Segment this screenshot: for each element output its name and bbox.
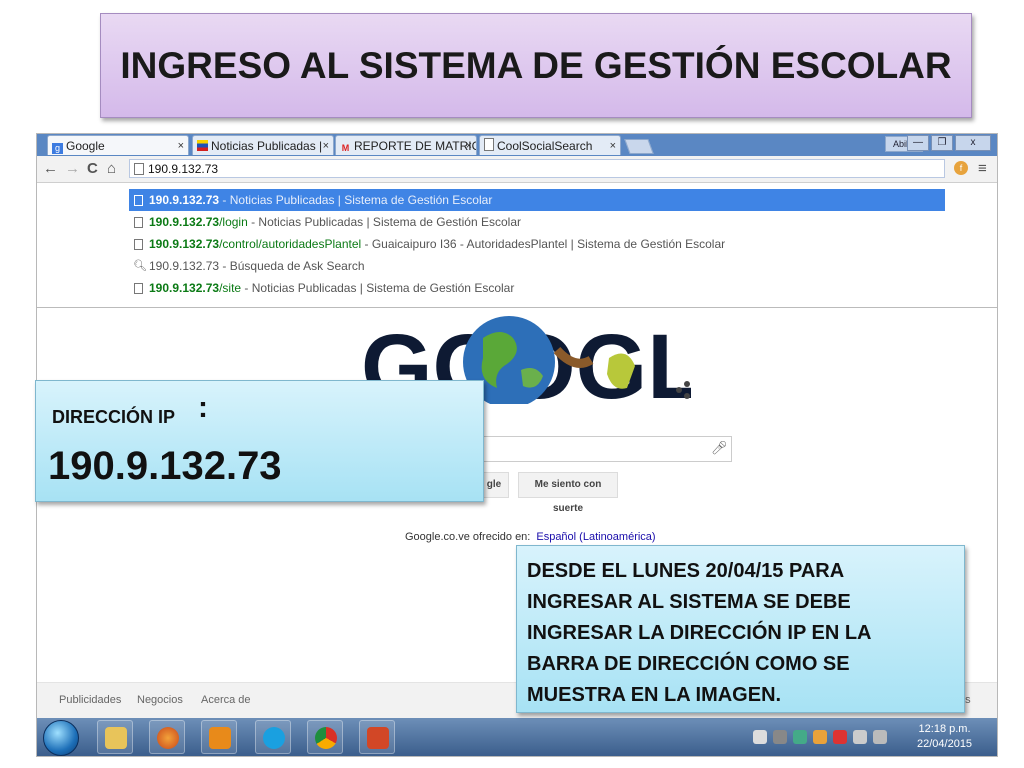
language-link[interactable]: Español (Latinoamérica) [536,531,655,543]
search-icon: 🔍︎ [133,260,147,272]
volume-icon[interactable] [873,730,887,744]
firefox-icon [157,727,179,749]
footer-link-business[interactable]: Negocios [137,694,183,706]
instruction-text: DESDE EL LUNES 20/04/15 PARA INGRESAR AL… [527,560,872,706]
suggestion-title: - Noticias Publicadas | Sistema de Gesti… [219,193,493,207]
venezuela-flag-icon [197,140,208,151]
page-icon [134,163,144,175]
reload-icon[interactable]: C [87,160,98,177]
tab-coolsocialsearch[interactable]: CoolSocialSearch × [479,135,621,155]
slide-title-box: INGRESO AL SISTEMA DE GESTIÓN ESCOLAR [100,13,972,118]
ip-callout: DIRECCIÓN IP : 190.9.132.73 [35,380,484,502]
suggestion-path: /site [219,281,242,295]
tab-label: Google [66,139,105,153]
chrome-taskbar-button[interactable] [307,720,343,754]
suggestion-host: 190.9.132.73 [149,281,220,295]
skype-icon [263,727,285,749]
gmail-icon: M [341,143,350,153]
suggestion-item[interactable]: 🔍︎ 190.9.132.73 - Búsqueda de Ask Search [129,255,945,277]
firefox-taskbar-button[interactable] [149,720,185,754]
suggestion-path: /login [219,215,248,229]
suggestion-title: 190.9.132.73 - Búsqueda de Ask Search [149,259,365,273]
restore-button[interactable]: ❐ [931,135,953,151]
explorer-taskbar-button[interactable] [97,720,133,754]
tab-reporte[interactable]: M REPORTE DE MATRIC × [335,135,477,155]
extension-icon[interactable]: f [954,161,968,175]
system-tray [753,730,887,744]
clock-time: 12:18 p.m. [918,723,971,735]
page-icon [484,138,494,151]
menu-icon[interactable]: ≡ [978,160,987,177]
media-taskbar-button[interactable] [201,720,237,754]
page-icon [134,195,143,206]
google-search-input[interactable] [477,436,732,462]
back-arrow-icon[interactable]: ← [43,160,58,177]
language-offer: Google.co.ve ofrecido en: Español (Latino… [405,531,656,543]
instruction-callout: DESDE EL LUNES 20/04/15 PARA INGRESAR AL… [516,545,965,713]
footer-link-about[interactable]: Acerca de [201,694,251,706]
media-player-icon [209,727,231,749]
tab-close-icon[interactable]: × [610,136,616,155]
suggestion-host: 190.9.132.73 [149,193,220,207]
powerpoint-taskbar-button[interactable] [359,720,395,754]
suggestion-title: - Noticias Publicadas | Sistema de Gesti… [247,215,521,229]
tab-label: CoolSocialSearch [497,139,593,153]
suggestion-title: - Noticias Publicadas | Sistema de Gesti… [241,281,515,295]
browser-toolbar: ← → C ⌂ 190.9.132.73 f ≡ [37,156,997,183]
microphone-icon[interactable]: 🎤︎ [711,440,728,456]
page-icon [134,217,143,228]
suggestion-path: /control/autoridadesPlantel [219,237,362,251]
address-text: 190.9.132.73 [148,162,219,176]
antivirus-icon[interactable] [833,730,847,744]
tab-close-icon[interactable]: × [323,136,329,155]
window-controls: — ❐ x [907,135,991,151]
powerpoint-icon [367,727,389,749]
lucky-button[interactable]: Me siento con suerte [518,472,618,514]
forward-arrow-icon[interactable]: → [65,160,80,177]
chrome-icon [315,727,337,749]
tab-close-icon[interactable]: × [466,136,472,155]
tab-label: REPORTE DE MATRIC [354,139,477,153]
tab-strip: g Google × Noticias Publicadas | × M REPOR… [37,134,997,156]
minimize-button[interactable]: — [907,135,929,151]
offered-in-text: Google.co.ve ofrecido en: [405,531,531,543]
start-button[interactable] [43,720,79,756]
tray-icon[interactable] [813,730,827,744]
tray-icon[interactable] [793,730,807,744]
tab-close-icon[interactable]: × [178,136,184,155]
tray-icon[interactable] [753,730,767,744]
skype-taskbar-button[interactable] [255,720,291,754]
suggestion-host: 190.9.132.73 [149,215,220,229]
clock-date: 22/04/2015 [917,738,973,750]
windows-taskbar: 12:18 p.m. 22/04/2015 [37,718,997,756]
suggestion-title: - Guaicaipuro I36 - AutoridadesPlantel |… [361,237,726,251]
ip-value: 190.9.132.73 [48,444,282,488]
flag-icon[interactable] [853,730,867,744]
suggestion-item[interactable]: 190.9.132.73/login - Noticias Publicadas… [129,211,945,233]
home-icon[interactable]: ⌂ [107,160,116,177]
close-button[interactable]: x [955,135,991,151]
suggestion-item[interactable]: 190.9.132.73/control/autoridadesPlantel … [129,233,945,255]
slide-title: INGRESO AL SISTEMA DE GESTIÓN ESCOLAR [120,44,952,86]
new-tab-button[interactable] [624,139,654,154]
suggestion-item[interactable]: 190.9.132.73/site - Noticias Publicadas … [129,277,945,299]
google-favicon-icon: g [52,143,63,154]
ip-label: DIRECCIÓN IP [52,407,176,427]
footer-link-ads[interactable]: Publicidades [59,694,121,706]
suggestion-item[interactable]: 190.9.132.73 - Noticias Publicadas | Sis… [129,189,945,211]
folder-icon [105,727,127,749]
tab-noticias[interactable]: Noticias Publicadas | × [192,135,334,155]
suggestion-host: 190.9.132.73 [149,237,220,251]
address-bar[interactable]: 190.9.132.73 [129,159,945,178]
tab-google[interactable]: g Google × [47,135,189,155]
system-clock[interactable]: 12:18 p.m. 22/04/2015 [917,722,972,752]
tab-label: Noticias Publicadas | [211,139,323,153]
ip-colon: : [198,391,208,424]
page-icon [134,283,143,294]
page-icon [134,239,143,250]
network-icon[interactable] [773,730,787,744]
omnibox-suggestions: 190.9.132.73 - Noticias Publicadas | Sis… [37,183,997,308]
